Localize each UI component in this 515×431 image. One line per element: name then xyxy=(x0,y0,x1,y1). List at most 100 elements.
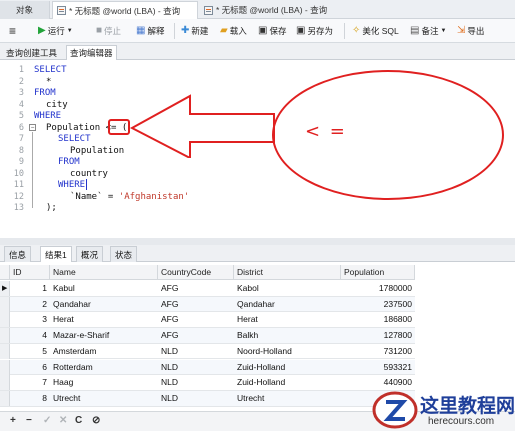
cell-id[interactable]: 7 xyxy=(10,375,50,390)
cell-id[interactable]: 3 xyxy=(10,312,50,327)
cell-district[interactable]: Zuid-Holland xyxy=(234,375,341,390)
row-marker xyxy=(0,343,10,359)
cell-district[interactable]: Qandahar xyxy=(234,297,341,312)
fold-toggle-icon[interactable]: − xyxy=(29,124,36,131)
cell-id[interactable]: 8 xyxy=(10,391,50,406)
column-header-name[interactable]: Name xyxy=(50,265,158,280)
table-row[interactable]: ▶ 1 Kabul AFG Kabol 1780000 xyxy=(0,281,415,297)
tab-query-1-label: * 无标题 @world (LBA) - 查询 xyxy=(69,5,181,16)
cell-countrycode[interactable]: NLD xyxy=(158,375,234,390)
tab-query-editor[interactable]: 查询编辑器 xyxy=(66,45,117,60)
cell-countrycode[interactable]: NLD xyxy=(158,344,234,359)
cell-population[interactable]: 127800 xyxy=(341,328,415,343)
save-as-icon: ▣ xyxy=(296,25,306,36)
cell-name[interactable]: Mazar-e-Sharif xyxy=(50,328,158,343)
line-number: 2 xyxy=(18,76,24,87)
tab-profile-label: 概况 xyxy=(81,249,99,260)
save-as-button[interactable]: ▣ 另存为 xyxy=(296,23,333,39)
new-button[interactable]: ✚ 新建 xyxy=(181,23,208,39)
stop-label: 停止 xyxy=(104,26,122,36)
menu-button[interactable]: ≡ xyxy=(9,23,18,39)
table-row[interactable]: 6 Rotterdam NLD Zuid-Holland 593321 xyxy=(0,359,415,376)
column-header-countrycode[interactable]: CountryCode xyxy=(158,265,234,280)
cell-name[interactable]: Rotterdam xyxy=(50,360,158,375)
tab-result-1[interactable]: 结果1 xyxy=(40,246,72,262)
menu-icon: ≡ xyxy=(9,24,17,38)
load-label: 载入 xyxy=(229,26,247,36)
stop-icon[interactable]: ⊘ xyxy=(92,415,100,426)
run-button[interactable]: ▶ 运行 ▼ xyxy=(38,23,75,39)
panel-splitter[interactable] xyxy=(0,238,515,245)
column-header-population[interactable]: Population xyxy=(341,265,415,280)
tab-query-editor-label: 查询编辑器 xyxy=(70,48,113,58)
add-record-icon[interactable]: + xyxy=(10,415,16,426)
cell-population[interactable]: 593321 xyxy=(341,360,415,375)
backup-button[interactable]: ▤ 备注 ▼ xyxy=(410,23,448,39)
cell-id[interactable]: 1 xyxy=(10,281,50,296)
stop-button[interactable]: ■ 停止 xyxy=(96,23,121,39)
beautify-button[interactable]: ✧ 美化 SQL xyxy=(352,23,399,39)
table-row[interactable]: 3 Herat AFG Herat 186800 xyxy=(0,312,415,329)
line-number: 10 xyxy=(13,168,24,179)
cell-id[interactable]: 4 xyxy=(10,328,50,343)
table-row[interactable]: 4 Mazar-e-Sharif AFG Balkh 127800 xyxy=(0,328,415,344)
tab-query-2[interactable]: * 无标题 @world (LBA) - 查询 xyxy=(200,1,350,19)
table-row[interactable]: 7 Haag NLD Zuid-Holland 440900 xyxy=(0,375,415,391)
table-row[interactable]: 5 Amsterdam NLD Noord-Holland 731200 xyxy=(0,343,415,360)
code-line: city xyxy=(46,99,68,110)
cell-district[interactable]: Balkh xyxy=(234,328,341,343)
cell-countrycode[interactable]: NLD xyxy=(158,391,234,406)
code-line: SELECT xyxy=(58,134,91,144)
save-button[interactable]: ▣ 保存 xyxy=(258,23,286,39)
load-button[interactable]: ▰ 载入 xyxy=(220,23,247,39)
explain-button[interactable]: ▦ 解释 xyxy=(136,23,164,39)
cell-name[interactable]: Utrecht xyxy=(50,391,158,406)
code-token: `Name` = xyxy=(70,191,119,202)
cell-countrycode[interactable]: NLD xyxy=(158,360,234,375)
cell-name[interactable]: Kabul xyxy=(50,281,158,296)
cell-countrycode[interactable]: AFG xyxy=(158,297,234,312)
refresh-icon[interactable]: C xyxy=(75,415,82,426)
tab-objects[interactable]: 对象 xyxy=(0,1,50,19)
annotation-label: < = xyxy=(305,121,347,142)
tab-query-builder[interactable]: 查询创建工具 xyxy=(3,45,60,60)
cell-district[interactable]: Kabol xyxy=(234,281,341,296)
line-number: 8 xyxy=(18,145,24,156)
cell-district[interactable]: Zuid-Holland xyxy=(234,360,341,375)
table-row[interactable]: 8 Utrecht NLD Utrecht xyxy=(0,390,415,407)
tab-profile[interactable]: 概况 xyxy=(76,246,104,262)
cell-population[interactable]: 237500 xyxy=(341,297,415,312)
cell-name[interactable]: Haag xyxy=(50,375,158,390)
cell-population[interactable]: 1780000 xyxy=(341,281,415,296)
cell-population[interactable]: 186800 xyxy=(341,312,415,327)
result-tabs: 信息 结果1 概况 状态 xyxy=(0,245,515,262)
export-label: 导出 xyxy=(467,26,485,36)
tab-status[interactable]: 状态 xyxy=(110,246,138,262)
cell-name[interactable]: Herat xyxy=(50,312,158,327)
export-button[interactable]: ⇲ 导出 xyxy=(457,23,484,39)
cell-district[interactable]: Utrecht xyxy=(234,391,341,406)
folder-icon: ▰ xyxy=(220,25,228,36)
delete-record-icon[interactable]: − xyxy=(26,415,32,426)
cell-id[interactable]: 2 xyxy=(10,297,50,312)
tab-result-1-label: 结果1 xyxy=(45,249,67,260)
table-row[interactable]: 2 Qandahar AFG Qandahar 237500 xyxy=(0,296,415,313)
cell-countrycode[interactable]: AFG xyxy=(158,312,234,327)
cell-countrycode[interactable]: AFG xyxy=(158,281,234,296)
column-header-id[interactable]: ID xyxy=(10,265,50,280)
tab-info[interactable]: 信息 xyxy=(4,246,32,262)
tab-query-1[interactable]: * 无标题 @world (LBA) - 查询 xyxy=(52,1,198,19)
cell-name[interactable]: Amsterdam xyxy=(50,344,158,359)
save-label: 保存 xyxy=(269,26,287,36)
discard-changes-icon[interactable]: ✕ xyxy=(59,415,67,426)
cell-name[interactable]: Qandahar xyxy=(50,297,158,312)
cell-district[interactable]: Herat xyxy=(234,312,341,327)
apply-changes-icon[interactable]: ✓ xyxy=(43,415,51,426)
fold-guide xyxy=(32,132,33,208)
column-header-district[interactable]: District xyxy=(234,265,341,280)
cell-countrycode[interactable]: AFG xyxy=(158,328,234,343)
cell-id[interactable]: 5 xyxy=(10,344,50,359)
cell-id[interactable]: 6 xyxy=(10,360,50,375)
cell-population[interactable]: 731200 xyxy=(341,344,415,359)
cell-district[interactable]: Noord-Holland xyxy=(234,344,341,359)
